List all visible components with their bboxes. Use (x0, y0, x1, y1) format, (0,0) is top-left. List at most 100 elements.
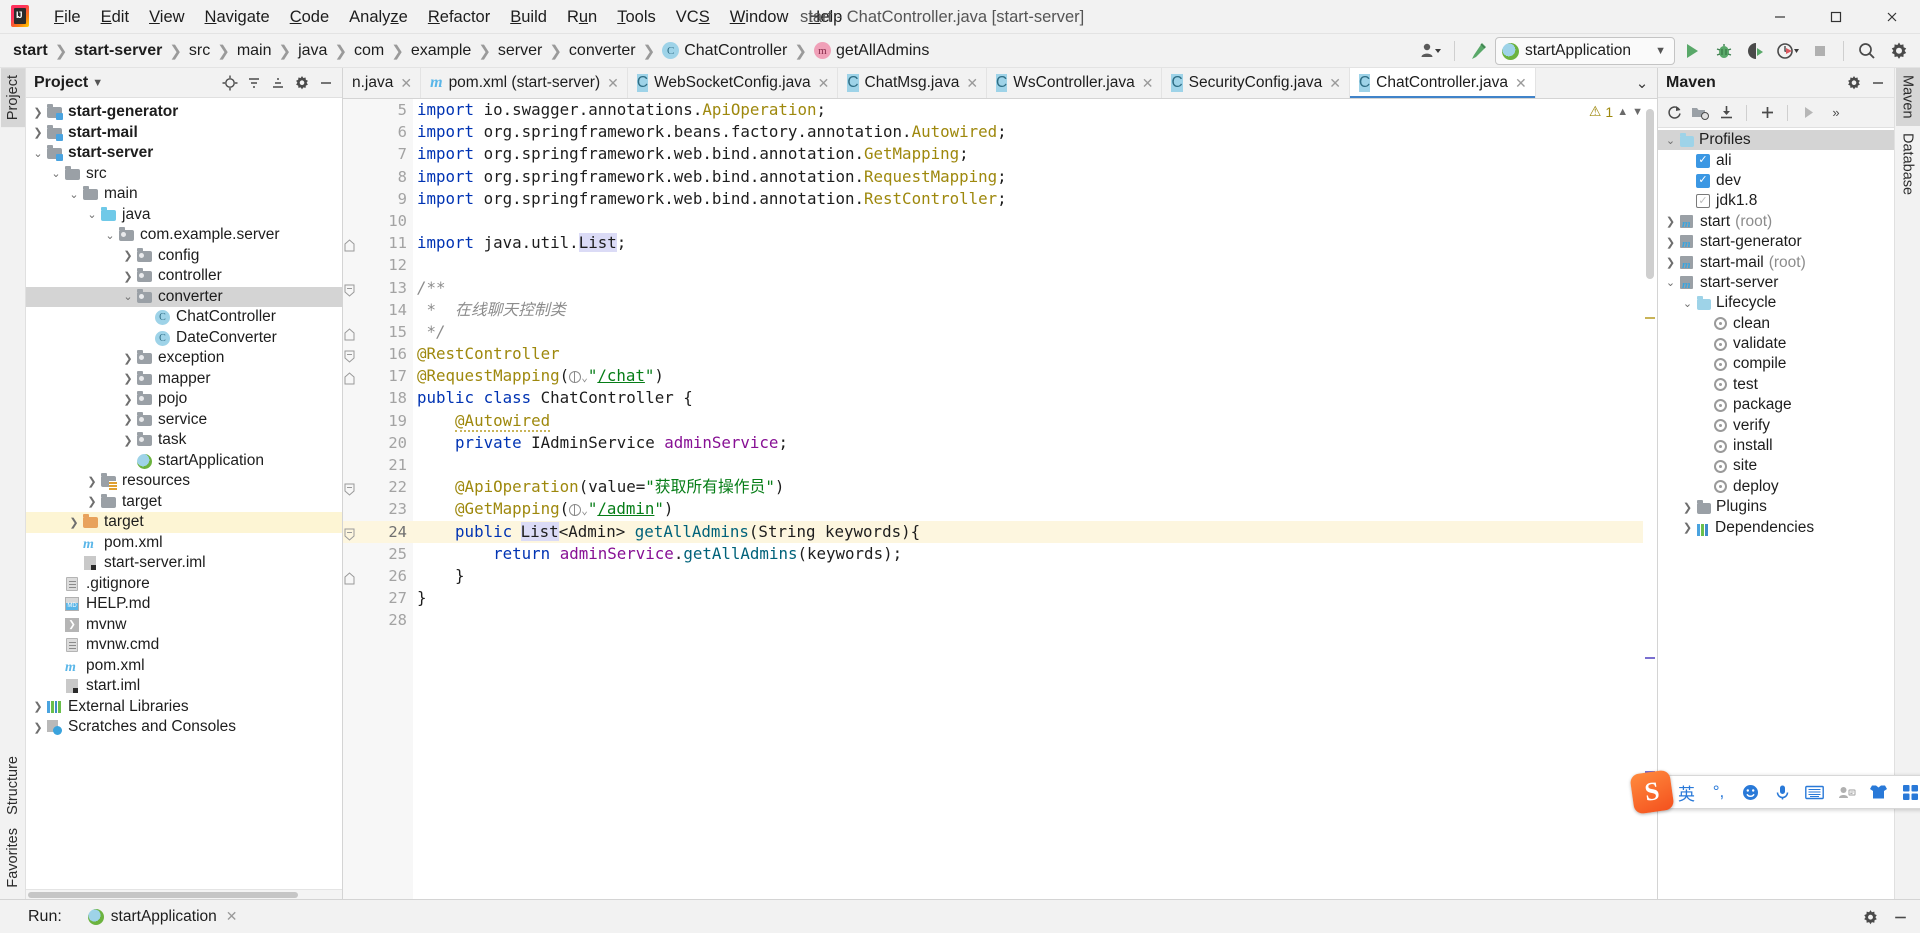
project-tree-row[interactable]: ❯ pojo (26, 389, 342, 410)
gutter-line-5[interactable]: 5 (343, 99, 413, 121)
chevron-up-icon[interactable]: ▲ (1617, 106, 1628, 118)
menu-build[interactable]: Build (500, 3, 557, 31)
menu-edit[interactable]: Edit (91, 3, 139, 31)
tree-toggle-icon[interactable]: ❯ (120, 413, 136, 426)
maven-tree-row[interactable]: site (1658, 456, 1894, 476)
tool-window-tab-project[interactable]: Project (0, 68, 25, 128)
editor-tab-websocketconfig-java[interactable]: C WebSocketConfig.java ✕ (627, 68, 839, 98)
menu-analyze[interactable]: Analyze (339, 3, 418, 31)
breadcrumb-item-start[interactable]: start (10, 40, 51, 62)
close-icon[interactable]: ✕ (606, 75, 620, 92)
gutter-line-15[interactable]: 15 (343, 321, 413, 343)
code-line-5[interactable]: import io.swagger.annotations.ApiOperati… (413, 99, 1657, 121)
tool-window-tab-favorites[interactable]: Favorites (1, 821, 25, 895)
project-tree-row[interactable]: ❯ service (26, 410, 342, 431)
tree-toggle-icon[interactable]: ⌄ (1662, 276, 1679, 289)
tree-toggle-icon[interactable]: ❯ (30, 106, 46, 119)
breadcrumb-item-chatcontroller[interactable]: C ChatController (659, 40, 790, 62)
tree-toggle-icon[interactable]: ❯ (120, 352, 136, 365)
code-line-27[interactable]: } (413, 587, 1657, 609)
maven-tree-row[interactable]: ⌄ Profiles (1658, 130, 1894, 151)
tool-window-tab-database[interactable]: Database (1896, 126, 1920, 202)
editor-tab-chatmsg-java[interactable]: C ChatMsg.java ✕ (838, 68, 988, 98)
gutter-line-11[interactable]: 11 (343, 232, 413, 254)
project-tree-row[interactable]: ⌄ src (26, 164, 342, 185)
chevron-down-icon[interactable]: ▼ (92, 77, 103, 89)
menu-file[interactable]: File (44, 3, 91, 31)
editor-tab-pom-xml-start-server-[interactable]: m pom.xml (start-server) ✕ (421, 68, 628, 98)
code-line-13[interactable]: /** (413, 277, 1657, 299)
project-tree-row[interactable]: m pom.xml (26, 656, 342, 677)
gutter-line-20[interactable]: 20 (343, 432, 413, 454)
gutter-line-23[interactable]: 23 (343, 498, 413, 520)
code-line-12[interactable] (413, 254, 1657, 276)
tree-toggle-icon[interactable]: ⌄ (48, 167, 64, 180)
maven-tree-row[interactable]: jdk1.8 (1658, 191, 1894, 211)
run-tool-window-label[interactable]: Run: (28, 908, 62, 926)
gutter-line-7[interactable]: 7 (343, 143, 413, 165)
maven-tree-row[interactable]: validate (1658, 334, 1894, 354)
project-tree-row[interactable]: ⌄ com.example.server (26, 225, 342, 246)
maven-tree-row[interactable]: verify (1658, 415, 1894, 435)
ime-language-mode[interactable]: 英 (1676, 780, 1697, 805)
project-tree-row[interactable]: ❯ exception (26, 348, 342, 369)
project-tree-row[interactable]: ⌄ main (26, 184, 342, 205)
run-configuration-selector[interactable]: startApplication ▼ (1495, 37, 1675, 65)
close-icon[interactable]: ✕ (226, 908, 238, 925)
menu-navigate[interactable]: Navigate (195, 3, 280, 31)
maven-tree-row[interactable]: clean (1658, 314, 1894, 334)
close-icon[interactable]: ✕ (817, 75, 831, 92)
project-tree-row[interactable]: ❯ Scratches and Consoles (26, 717, 342, 738)
project-tree-row[interactable]: C ChatController (26, 307, 342, 328)
hide-icon[interactable] (1886, 903, 1914, 931)
run-with-coverage-icon[interactable] (1741, 37, 1771, 65)
tree-toggle-icon[interactable]: ❯ (120, 270, 136, 283)
code-line-15[interactable]: */ (413, 321, 1657, 343)
project-tree-row[interactable]: C DateConverter (26, 328, 342, 349)
breadcrumb-item-converter[interactable]: converter (566, 40, 639, 62)
maven-tree-row[interactable]: ❯ Plugins (1658, 497, 1894, 517)
download-sources-icon[interactable] (1714, 101, 1738, 125)
gutter-line-9[interactable]: 9 (343, 188, 413, 210)
breadcrumb-item-main[interactable]: main (234, 40, 275, 62)
editor-tab-wscontroller-java[interactable]: C WsController.java ✕ (987, 68, 1163, 98)
run-icon[interactable] (1677, 37, 1707, 65)
gutter-line-18[interactable]: 18 (343, 387, 413, 409)
gutter-line-27[interactable]: 27 (343, 587, 413, 609)
maven-tree-row[interactable]: compile (1658, 354, 1894, 374)
code-line-26[interactable]: } (413, 565, 1657, 587)
tree-toggle-icon[interactable]: ❯ (30, 721, 46, 734)
gutter-line-6[interactable]: 6 (343, 121, 413, 143)
gutter-line-8[interactable]: 8 (343, 166, 413, 188)
tree-toggle-icon[interactable]: ❯ (30, 700, 46, 713)
fold-start-icon[interactable] (343, 281, 355, 297)
tool-window-tab-structure[interactable]: Structure (1, 749, 25, 822)
maven-tree-row[interactable]: ❯ m start-generator (1658, 232, 1894, 252)
gutter-line-25[interactable]: 25 (343, 543, 413, 565)
gutter-line-14[interactable]: 14 (343, 299, 413, 321)
editor-gutter[interactable]: 5 6 7 8 9 10 11 12 13 14 15 16 17 18 19 20 21 22 23 24 25 26 2… (343, 99, 413, 899)
project-tree-row[interactable]: ❯ controller (26, 266, 342, 287)
editor-inspection-widget[interactable]: ⚠ 1 ▲ ▼ (1589, 103, 1643, 120)
code-line-14[interactable]: * 在线聊天控制类 (413, 299, 1657, 321)
code-line-17[interactable]: @RequestMapping(⌄"/chat") (413, 365, 1657, 387)
generate-sources-icon[interactable] (1688, 101, 1712, 125)
project-tree-row[interactable]: ❯ start-mail (26, 123, 342, 144)
code-line-10[interactable] (413, 210, 1657, 232)
hide-icon[interactable] (314, 71, 338, 95)
code-line-23[interactable]: @GetMapping(⌄"/admin") (413, 498, 1657, 520)
maven-tree-row[interactable]: ali (1658, 150, 1894, 170)
skin-icon[interactable] (1868, 784, 1889, 800)
project-tree-row[interactable]: ❯ External Libraries (26, 697, 342, 718)
menu-view[interactable]: View (139, 3, 194, 31)
project-tree-row[interactable]: startApplication (26, 451, 342, 472)
close-button[interactable] (1864, 0, 1920, 34)
breadcrumb-item-start-server[interactable]: start-server (71, 40, 165, 62)
tree-toggle-icon[interactable]: ⌄ (1679, 297, 1696, 310)
menu-vcs[interactable]: VCS (666, 3, 720, 31)
code-line-11[interactable]: import java.util.List; (413, 232, 1657, 254)
project-tree-row[interactable]: ❯ task (26, 430, 342, 451)
gutter-line-26[interactable]: 26 (343, 565, 413, 587)
maven-tree-row[interactable]: deploy (1658, 477, 1894, 497)
gutter-line-24[interactable]: 24 (343, 520, 413, 543)
